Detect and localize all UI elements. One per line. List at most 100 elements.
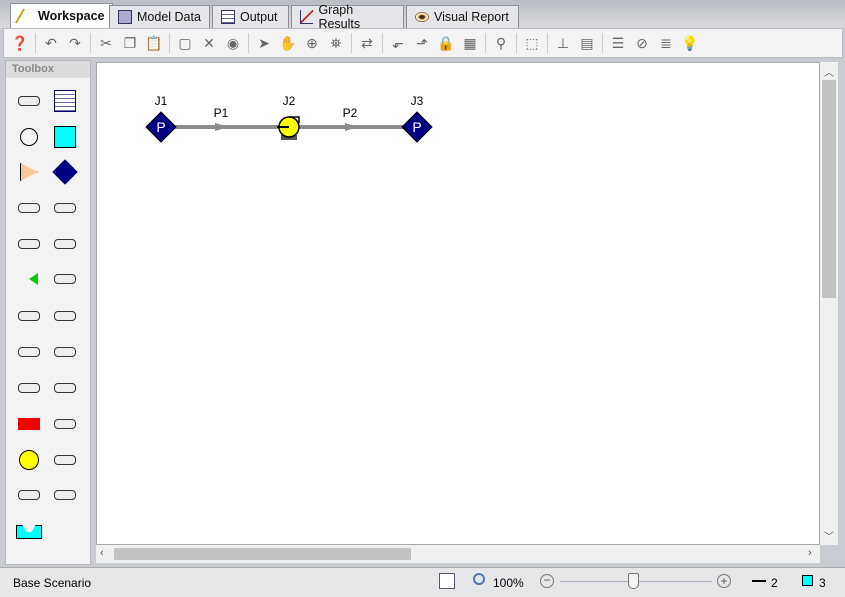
zoom-level: 100% bbox=[493, 576, 524, 590]
general-component-tool[interactable] bbox=[51, 481, 79, 509]
pipe-tool[interactable] bbox=[15, 87, 43, 115]
three-way-valve-tool[interactable] bbox=[51, 302, 79, 330]
find-binoculars-icon[interactable]: ⚲ bbox=[489, 32, 513, 54]
toolbox-title: Toolbox bbox=[6, 61, 90, 78]
tab-graph-results[interactable]: Graph Results bbox=[291, 3, 404, 31]
reverse-direction-icon[interactable]: ⇄ bbox=[355, 32, 379, 54]
copy-icon[interactable]: ❐ bbox=[118, 32, 142, 54]
group-icon[interactable]: ▦ bbox=[458, 32, 482, 54]
heat-exchanger-icon bbox=[18, 383, 40, 393]
axis-icon[interactable]: ⊥ bbox=[551, 32, 575, 54]
svg-text:P: P bbox=[156, 119, 165, 135]
tee-tool[interactable] bbox=[15, 230, 43, 258]
check-valve-tool[interactable] bbox=[51, 265, 79, 293]
junction-count-icon bbox=[802, 575, 813, 586]
spray-tool[interactable] bbox=[51, 410, 79, 438]
check-valve-icon bbox=[54, 274, 76, 284]
find-icon[interactable]: ⛯ bbox=[324, 32, 348, 54]
select-all-icon[interactable]: ▢ bbox=[173, 32, 197, 54]
zoom-in-icon[interactable]: + bbox=[717, 574, 731, 588]
tab-output[interactable]: Output bbox=[212, 5, 289, 28]
tee-icon bbox=[18, 239, 40, 249]
lock-icon[interactable]: 🔒 bbox=[434, 32, 458, 54]
valve-tool[interactable] bbox=[51, 230, 79, 258]
model-diagram: P P J1 J2 J3 P1 P2 bbox=[145, 94, 433, 143]
scroll-left-icon[interactable]: ‹ bbox=[100, 547, 104, 559]
reservoir-tool[interactable] bbox=[51, 123, 79, 151]
toolbox-panel: Toolbox bbox=[5, 60, 91, 565]
tab-workspace[interactable]: Workspace bbox=[10, 3, 114, 28]
svg-text:P: P bbox=[412, 119, 421, 135]
scroll-up-icon[interactable]: ︿ bbox=[824, 64, 834, 79]
tab-model-data[interactable]: Model Data bbox=[109, 5, 210, 28]
pump-tool[interactable] bbox=[15, 446, 43, 474]
compressor-tool[interactable] bbox=[15, 410, 43, 438]
junction-j3[interactable]: P bbox=[401, 111, 433, 143]
zoom-icon[interactable]: ⊕ bbox=[300, 32, 324, 54]
toolbar-separator bbox=[90, 33, 91, 53]
control-valve-icon bbox=[20, 273, 38, 285]
pump-icon bbox=[19, 450, 39, 470]
disable-icon[interactable]: ⊘ bbox=[630, 32, 654, 54]
screen-tool[interactable] bbox=[51, 374, 79, 402]
redo-icon[interactable]: ↷ bbox=[63, 32, 87, 54]
scroll-right-icon[interactable]: › bbox=[808, 547, 812, 559]
scenario-name: Base Scenario bbox=[13, 576, 92, 590]
three-way-valve-icon bbox=[54, 311, 76, 321]
orifice-tool[interactable] bbox=[51, 338, 79, 366]
list-icon[interactable]: ≣ bbox=[654, 32, 678, 54]
pointer-icon[interactable]: ➤ bbox=[252, 32, 276, 54]
vertical-scrollbar[interactable]: ︿ ﹀ bbox=[820, 62, 838, 545]
scroll-thumb[interactable] bbox=[822, 80, 836, 298]
align-icon[interactable]: ⬚ bbox=[520, 32, 544, 54]
lightbulb-icon[interactable]: 💡 bbox=[678, 32, 702, 54]
assigned-pressure-icon bbox=[52, 159, 78, 185]
scroll-down-icon[interactable]: ﹀ bbox=[824, 528, 834, 543]
general-component-icon bbox=[54, 490, 76, 500]
valve-icon bbox=[54, 239, 76, 249]
heat-exchanger-tool[interactable] bbox=[15, 374, 43, 402]
relief-valve-tool[interactable] bbox=[15, 302, 43, 330]
bend-tool[interactable] bbox=[15, 194, 43, 222]
label-p2: P2 bbox=[343, 106, 358, 120]
help-icon[interactable]: ❓ bbox=[8, 32, 32, 54]
assigned-pressure-tool[interactable] bbox=[51, 158, 79, 186]
paste-icon[interactable]: 📋 bbox=[142, 32, 166, 54]
branch-icon bbox=[20, 128, 38, 146]
toolbar: ❓ ↶ ↷ ✂ ❐ 📋 ▢ ✕ ◉ ➤ ✋ ⊕ ⛯ ⇄ ⬐ ⬏ 🔒 ▦ ⚲ ⬚ ⊥ ▤ ☰ ⊘ ≣ 💡 bbox=[3, 28, 843, 58]
filter-tool[interactable] bbox=[15, 481, 43, 509]
distribute-icon[interactable]: ▤ bbox=[575, 32, 599, 54]
flow-arrow-icon bbox=[345, 123, 359, 131]
rotate-right-icon[interactable]: ⬏ bbox=[410, 32, 434, 54]
dead-end-tool[interactable] bbox=[15, 518, 43, 546]
control-valve-tool[interactable] bbox=[15, 265, 43, 293]
graph-icon bbox=[300, 10, 314, 24]
branch-tool[interactable] bbox=[15, 123, 43, 151]
undo-icon[interactable]: ↶ bbox=[39, 32, 63, 54]
screen-icon bbox=[54, 383, 76, 393]
cut-icon[interactable]: ✂ bbox=[94, 32, 118, 54]
horizontal-scrollbar[interactable]: ‹ › bbox=[96, 545, 820, 563]
zoom-slider-handle[interactable] bbox=[628, 573, 639, 589]
tab-visual-report[interactable]: Visual Report bbox=[406, 5, 519, 28]
label-p1: P1 bbox=[214, 106, 229, 120]
junction-j1[interactable]: P bbox=[145, 111, 177, 143]
pump-j2[interactable] bbox=[277, 116, 300, 140]
fit-to-window-icon[interactable] bbox=[439, 573, 455, 589]
pan-hand-icon[interactable]: ✋ bbox=[276, 32, 300, 54]
zoom-out-icon[interactable]: − bbox=[540, 574, 554, 588]
elbow-tool[interactable] bbox=[51, 194, 79, 222]
workspace-canvas[interactable]: P P J1 J2 J3 P1 P2 bbox=[96, 62, 820, 545]
assigned-flow-tool[interactable] bbox=[15, 158, 43, 186]
toolbar-separator bbox=[547, 33, 548, 53]
area-change-tool[interactable] bbox=[15, 338, 43, 366]
rotate-left-icon[interactable]: ⬐ bbox=[386, 32, 410, 54]
annotation-tool[interactable] bbox=[51, 87, 79, 115]
globe-icon[interactable]: ◉ bbox=[221, 32, 245, 54]
delete-icon[interactable]: ✕ bbox=[197, 32, 221, 54]
scroll-thumb[interactable] bbox=[114, 548, 411, 560]
assigned-flow-icon bbox=[20, 163, 38, 181]
properties-icon[interactable]: ☰ bbox=[606, 32, 630, 54]
label-j2: J2 bbox=[283, 94, 296, 108]
volume-balance-tool[interactable] bbox=[51, 446, 79, 474]
